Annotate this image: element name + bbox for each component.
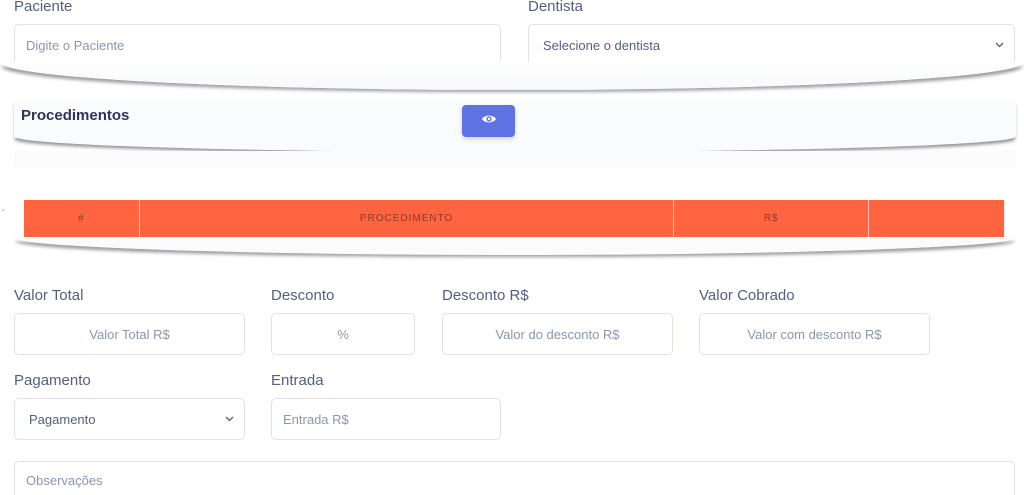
section-divider	[0, 62, 1024, 90]
dentist-select[interactable]: Selecione o dentista	[528, 24, 1015, 66]
procedures-card	[14, 100, 1016, 152]
table-divider	[14, 237, 1016, 255]
view-procedures-button[interactable]	[462, 105, 515, 137]
entrada-label: Entrada	[271, 372, 324, 389]
table-header-number: #	[24, 200, 140, 237]
observacoes-textarea[interactable]: Observações	[14, 461, 1015, 495]
table-header-actions	[869, 200, 1004, 237]
dentist-label: Dentista	[528, 0, 584, 15]
procedures-title: Procedimentos	[21, 107, 130, 124]
chevron-down-icon	[994, 40, 1004, 50]
pagamento-label: Pagamento	[14, 372, 91, 389]
desconto-label: Desconto	[271, 287, 335, 304]
pagamento-select-value: Pagamento	[29, 411, 96, 427]
pagamento-select[interactable]: Pagamento	[14, 398, 245, 440]
decorative-mark: ´	[2, 209, 6, 220]
valor-total-label: Valor Total	[14, 287, 84, 304]
valor-cobrado-input[interactable]: Valor com desconto R$	[699, 313, 930, 355]
patient-input[interactable]: Digite o Paciente	[14, 24, 501, 66]
valor-cobrado-label: Valor Cobrado	[699, 287, 795, 304]
desconto-rs-label: Desconto R$	[442, 287, 529, 304]
valor-total-input[interactable]: Valor Total R$	[14, 313, 245, 355]
procedures-table-header: # PROCEDIMENTO R$	[24, 200, 1005, 237]
procedures-card-footer	[14, 151, 1016, 167]
eye-icon	[481, 112, 497, 130]
desconto-rs-input[interactable]: Valor do desconto R$	[442, 313, 673, 355]
desconto-percent-input[interactable]: %	[271, 313, 415, 355]
entrada-input[interactable]: Entrada R$	[271, 398, 501, 440]
dentist-select-value: Selecione o dentista	[543, 37, 661, 53]
table-header-price: R$	[674, 200, 870, 237]
patient-label: Paciente	[14, 0, 73, 15]
procedure-form: Paciente Digite o Paciente Dentista Sele…	[0, 0, 1024, 495]
chevron-down-icon	[224, 414, 234, 424]
table-header-procedure: PROCEDIMENTO	[140, 200, 675, 237]
